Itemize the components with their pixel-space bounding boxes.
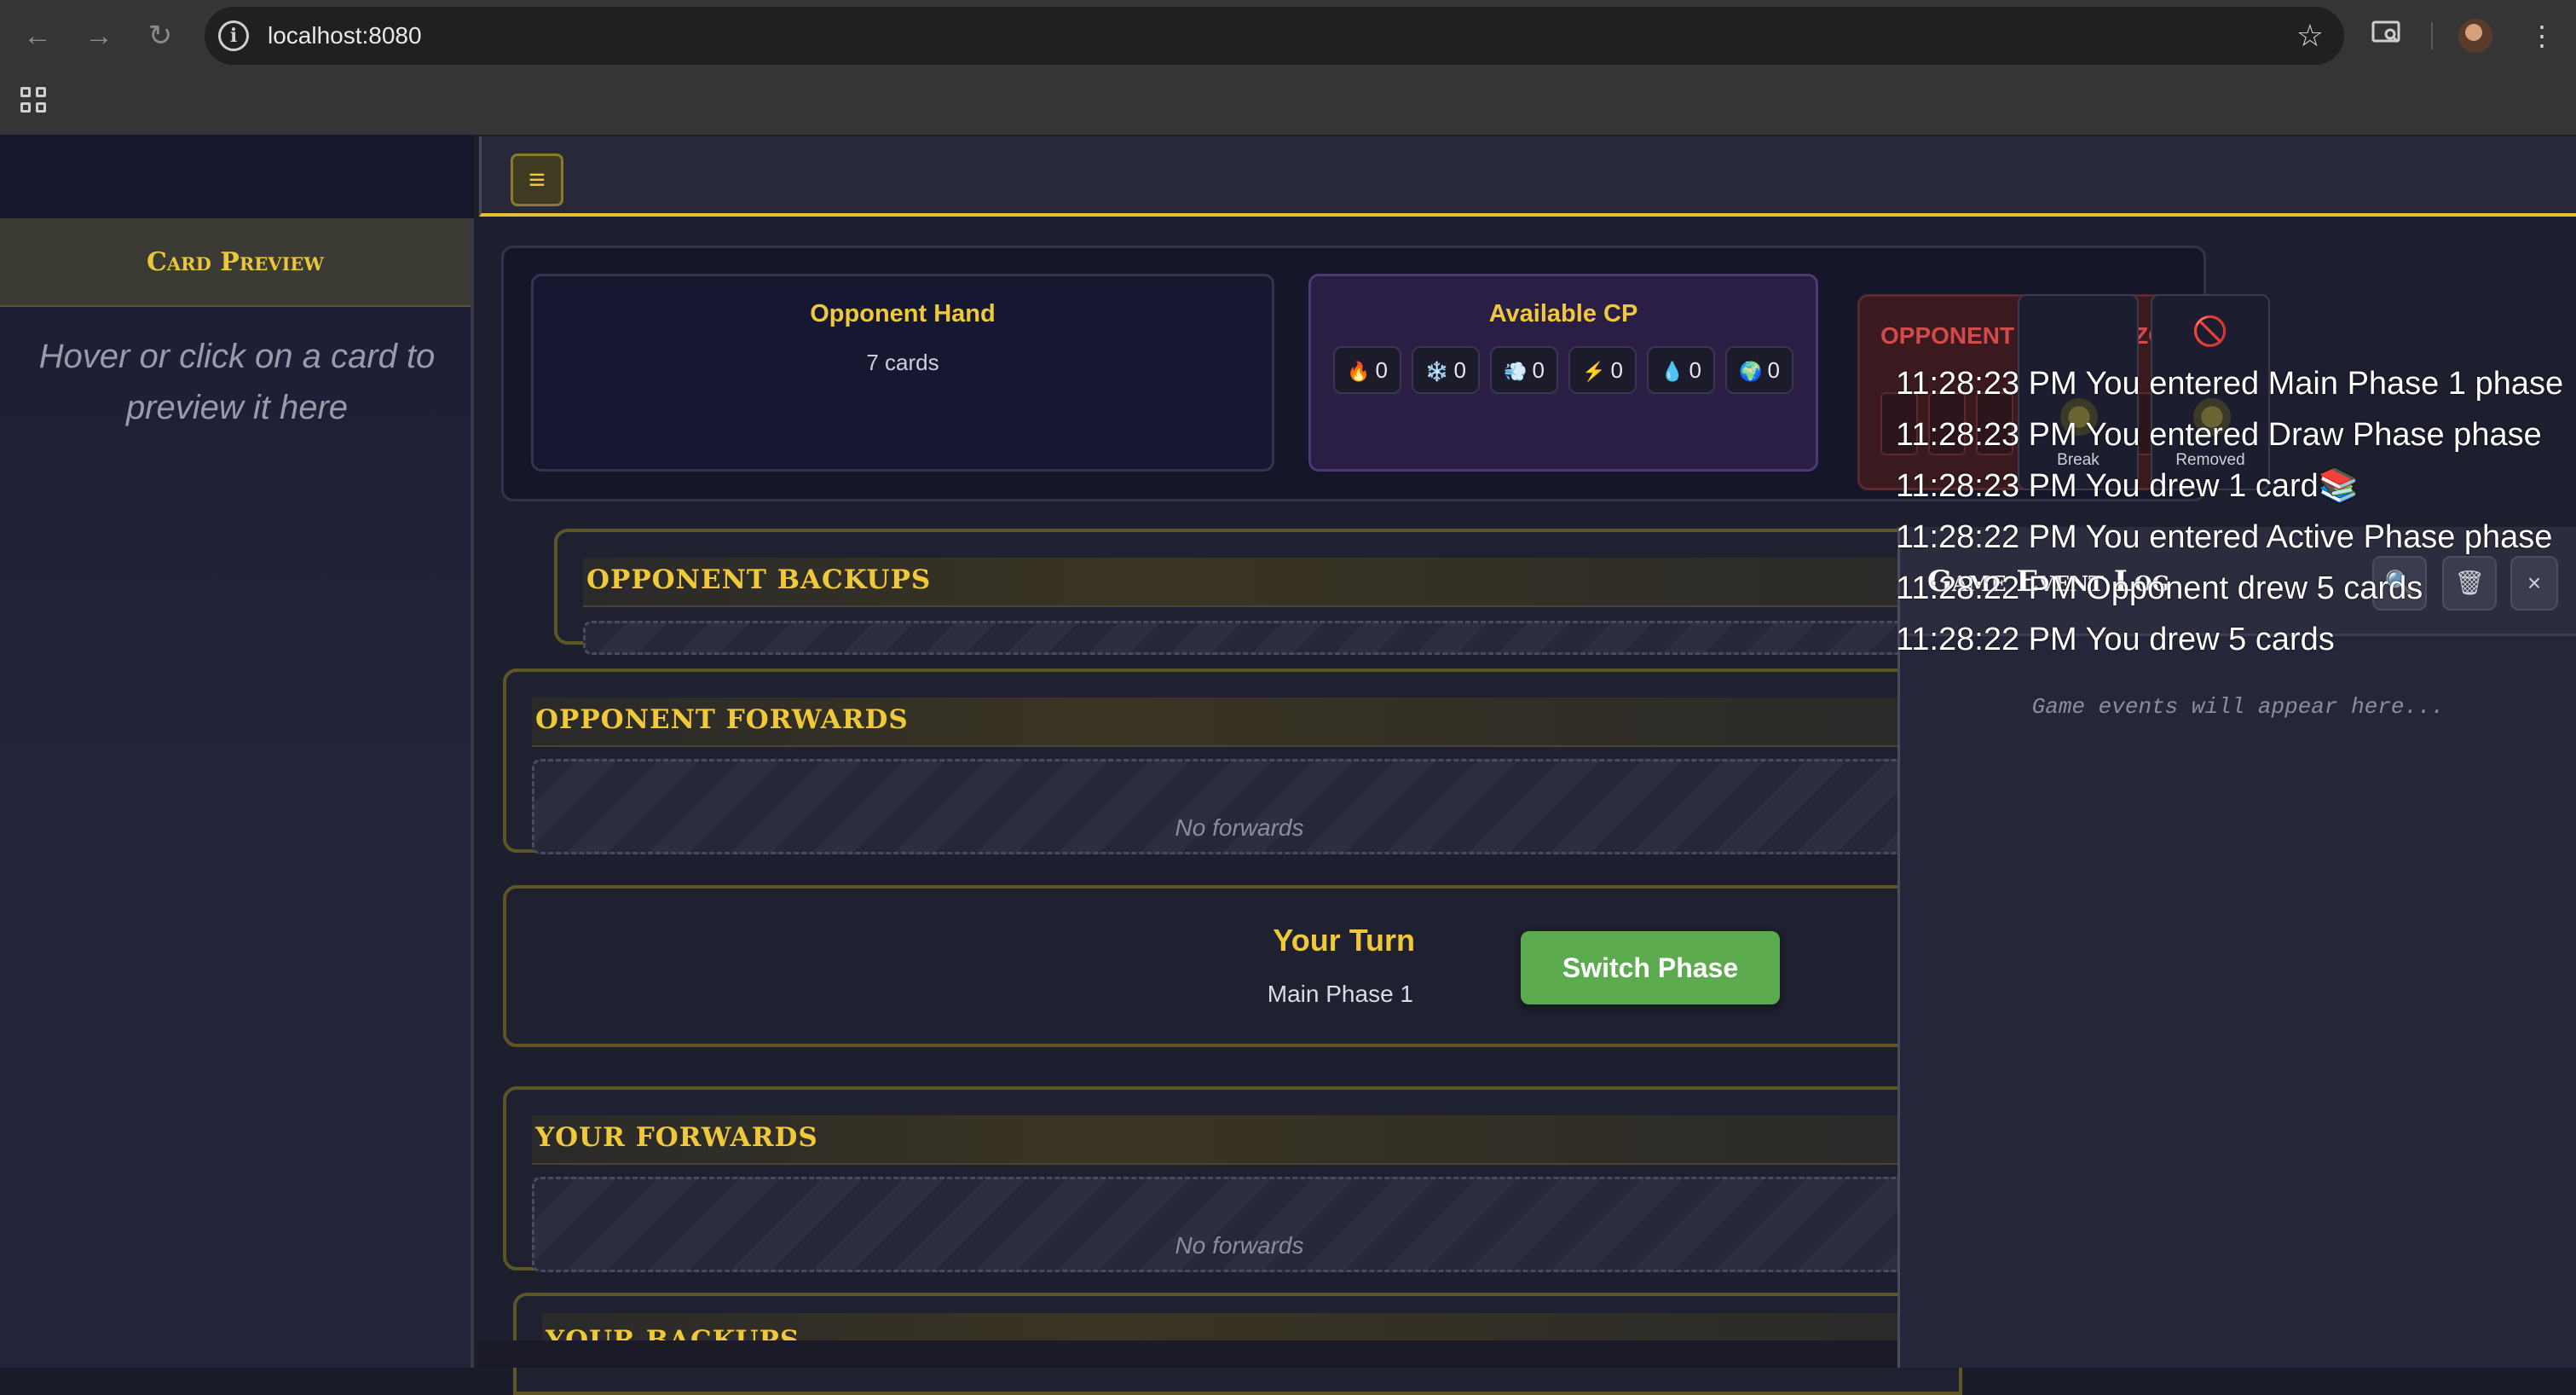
available-cp-title: Available CP bbox=[1488, 300, 1638, 327]
game-app: Card Preview Hover or click on a card to… bbox=[0, 135, 2576, 1395]
your-forwards-title: YOUR FORWARDS bbox=[535, 1122, 818, 1153]
wind-icon: 💨 bbox=[1504, 361, 1528, 382]
back-icon[interactable]: ← bbox=[17, 15, 58, 56]
opponent-hand: Opponent Hand 7 cards bbox=[531, 274, 1274, 472]
no-forwards-text: No forwards bbox=[1175, 814, 1304, 841]
card-preview-sidebar: Card Preview Hover or click on a card to… bbox=[0, 135, 474, 1368]
cp-wind: 💨 0 bbox=[1490, 346, 1558, 394]
overlay-log-line: 11:28:23 PM You entered Draw Phase phase bbox=[1896, 417, 2542, 453]
no-forwards-text: No forwards bbox=[1175, 1232, 1304, 1259]
your-forwards-dropzone[interactable]: No forwards bbox=[532, 1177, 1947, 1272]
sidebar-top-strip bbox=[0, 135, 474, 218]
hamburger-menu-button[interactable]: ≡ bbox=[511, 153, 563, 206]
overlay-log-line: 11:28:22 PM You entered Active Phase pha… bbox=[1896, 519, 2553, 555]
turn-panel: Your Turn Main Phase 1 Switch Phase bbox=[503, 885, 1952, 1047]
cp-water: 💧 0 bbox=[1647, 346, 1715, 394]
current-phase: Main Phase 1 bbox=[1267, 981, 1413, 1007]
cp-ice: ❄️ 0 bbox=[1412, 346, 1480, 394]
ice-icon: ❄️ bbox=[1425, 361, 1449, 382]
opponent-forwards-title: OPPONENT FORWARDS bbox=[535, 704, 909, 735]
event-log-empty-text: Game events will appear here... bbox=[2031, 694, 2445, 720]
turn-title: Your Turn bbox=[1273, 923, 1415, 958]
opponent-backups-panel: OPPONENT BACKUPS bbox=[554, 529, 2003, 655]
tab-search-icon[interactable] bbox=[2366, 15, 2407, 56]
browser-menu-icon[interactable]: ⋮ bbox=[2525, 15, 2559, 56]
lightning-icon: ⚡ bbox=[1582, 361, 1606, 382]
overlay-log-line: 11:28:22 PM You drew 5 cards bbox=[1896, 622, 2335, 657]
address-bar[interactable]: i localhost:8080 ☆ bbox=[205, 7, 2344, 65]
bookmark-star-icon[interactable]: ☆ bbox=[2296, 7, 2324, 65]
cp-lightning: ⚡ 0 bbox=[1568, 346, 1637, 394]
fire-icon: 🔥 bbox=[1347, 361, 1371, 382]
opponent-backups-dropzone[interactable] bbox=[583, 621, 1981, 655]
card-preview-hint: Hover or click on a card to preview it h… bbox=[38, 338, 436, 426]
water-icon: 💧 bbox=[1661, 361, 1684, 382]
top-header: ≡ bbox=[479, 136, 2576, 217]
site-info-icon[interactable]: i bbox=[218, 20, 249, 51]
opponent-hand-title: Opponent Hand bbox=[810, 300, 996, 327]
switch-phase-button[interactable]: Switch Phase bbox=[1521, 931, 1780, 1004]
overlay-log-line: 11:28:23 PM You entered Main Phase 1 pha… bbox=[1896, 366, 2564, 402]
event-overlay: 11:28:23 PM You entered Main Phase 1 pha… bbox=[1896, 358, 2576, 665]
opponent-forwards-panel: OPPONENT FORWARDS No forwards bbox=[503, 669, 1952, 854]
cp-fire: 🔥 0 bbox=[1333, 346, 1401, 394]
url-text[interactable]: localhost:8080 bbox=[268, 7, 422, 65]
overlay-log-line: 11:28:22 PM Opponent drew 5 cards bbox=[1896, 570, 2423, 606]
profile-avatar[interactable] bbox=[2458, 19, 2492, 53]
your-forwards-panel: YOUR FORWARDS No forwards bbox=[503, 1086, 1952, 1272]
cp-earth: 🌍 0 bbox=[1725, 346, 1793, 394]
opponent-forwards-dropzone[interactable]: No forwards bbox=[532, 759, 1947, 854]
toolbar-divider bbox=[2431, 22, 2433, 49]
overlay-log-line: 11:28:23 PM You drew 1 card📚 bbox=[1896, 468, 2359, 504]
opponent-backups-title: OPPONENT BACKUPS bbox=[586, 564, 932, 595]
card-preview-title: Card Preview bbox=[0, 218, 471, 307]
reload-icon[interactable]: ↻ bbox=[140, 15, 181, 56]
browser-chrome: ← → ↻ i localhost:8080 ☆ ⋮ bbox=[0, 0, 2576, 135]
removed-icon: 🚫 bbox=[2192, 315, 2229, 348]
forward-icon[interactable]: → bbox=[78, 15, 119, 56]
earth-icon: 🌍 bbox=[1739, 361, 1763, 382]
available-cp: Available CP 🔥 0 ❄️ 0 💨 0 ⚡ 0 💧 0 🌍 0 bbox=[1308, 274, 1818, 472]
opponent-hand-count: 7 cards bbox=[866, 350, 939, 375]
apps-grid-icon[interactable] bbox=[19, 85, 49, 116]
